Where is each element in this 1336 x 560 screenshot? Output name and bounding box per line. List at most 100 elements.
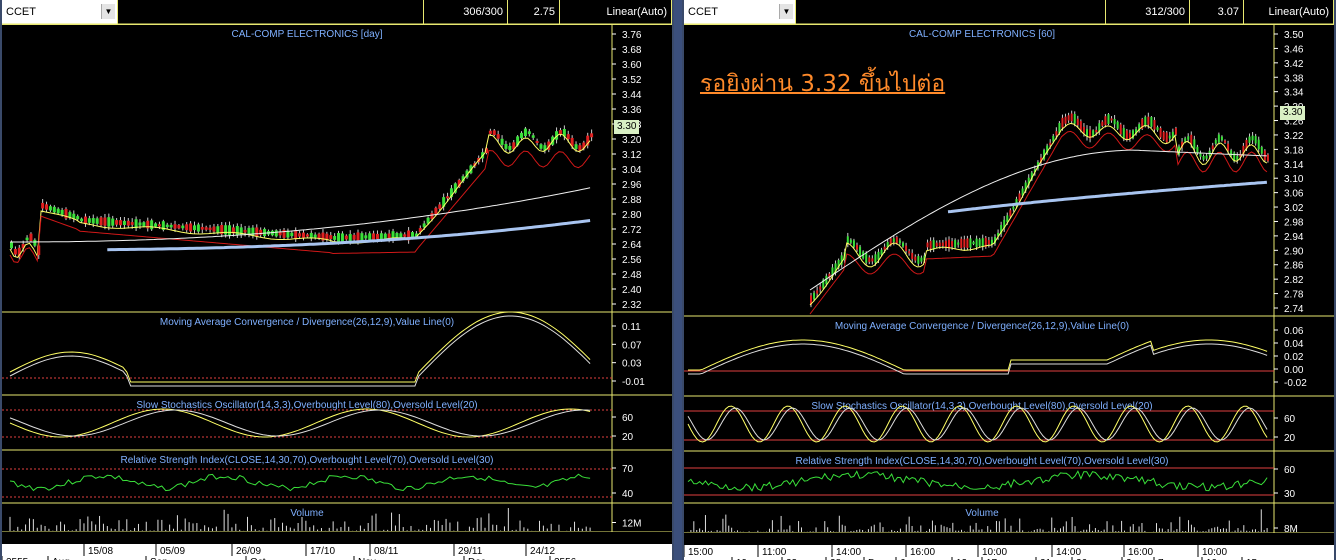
last-price-tag: 3.30 [1280, 106, 1306, 120]
candle-body [10, 241, 13, 249]
left-chart-canvas[interactable]: CAL-COMP ELECTRONICS [day] Moving Average… [2, 0, 672, 560]
candle-body [1116, 121, 1119, 129]
candle-body [972, 241, 975, 245]
candle-body [488, 130, 492, 134]
candle-body [99, 217, 103, 226]
candle-body [255, 227, 259, 237]
price-axis-tick-label: 3.42 [1284, 59, 1304, 70]
candle-body [337, 233, 341, 243]
candle-body [816, 290, 819, 294]
price-axis-tick-label: 3.14 [1284, 160, 1304, 171]
panel-splitter[interactable] [674, 0, 682, 560]
candle-body [566, 134, 570, 140]
price-axis-tick-label: 2.48 [622, 270, 642, 281]
candle-body [1227, 143, 1230, 151]
candle-body [1095, 129, 1098, 133]
candle-body [1009, 210, 1012, 217]
candle-body [45, 204, 49, 210]
candle-body [305, 234, 309, 237]
candle-body [819, 286, 822, 290]
candle-body [496, 134, 500, 139]
price-axis-tick-label: 3.20 [622, 135, 642, 146]
candle-body [1217, 134, 1220, 143]
candle-body [372, 233, 376, 240]
last-price-tag: 3.30 [614, 120, 640, 134]
candle-body [185, 224, 189, 231]
candle-body [313, 234, 317, 238]
candle-body [917, 256, 920, 264]
stochastic-title: Slow Stochastics Oscillator(14,3,3),Over… [136, 400, 477, 411]
candle-body [169, 224, 173, 228]
candle-body [446, 196, 450, 199]
price-axis-tick-label: 3.50 [1284, 30, 1304, 41]
macd-axis-tick-label: 0.03 [622, 359, 642, 370]
price-axis-tick-label: 2.80 [622, 210, 642, 221]
candle-body [558, 130, 562, 135]
candle-body [119, 220, 123, 226]
date-label-top: 14:00 [836, 547, 861, 558]
price-axis-tick-label: 2.88 [622, 195, 642, 206]
candle-body [1202, 155, 1205, 160]
candle-body [1187, 136, 1190, 140]
price-axis-tick-label: 3.68 [622, 45, 642, 56]
candle-body [527, 131, 531, 135]
candle-body [348, 234, 352, 241]
candle-body [1122, 128, 1125, 138]
candle-body [1067, 115, 1070, 121]
candle-body [1224, 140, 1226, 143]
price-axis-tick-label: 3.60 [622, 60, 642, 71]
candle-body [1101, 121, 1104, 126]
candle-body [1079, 121, 1082, 131]
price-axis-tick-label: 2.40 [622, 285, 642, 296]
macd-axis-tick-label: 0.07 [622, 340, 642, 351]
candle-body [508, 145, 512, 150]
candle-body [360, 233, 364, 241]
candle-body [1055, 131, 1058, 136]
candle-body [154, 223, 158, 227]
candle-body [1150, 117, 1153, 127]
date-label-top: 10:00 [982, 547, 1007, 558]
candle-body [905, 245, 908, 251]
candle-body [892, 238, 895, 242]
candle-body [235, 226, 239, 236]
candle-body [1049, 142, 1052, 146]
candle-body [1125, 130, 1128, 141]
candle-body [539, 144, 543, 149]
price-chart-title: CAL-COMP ELECTRONICS [60] [909, 29, 1055, 40]
price-axis-tick-label: 3.34 [1284, 88, 1304, 99]
candle-body [107, 217, 111, 227]
candle-body [871, 258, 874, 262]
candle-body [25, 237, 29, 241]
candle-body [60, 209, 64, 215]
candle-body [938, 242, 941, 247]
candle-body [1214, 139, 1217, 144]
candle-body [189, 223, 193, 232]
candle-body [1107, 114, 1110, 124]
macd-axis-tick-label: 0.06 [1284, 326, 1304, 337]
candle-body [1073, 114, 1076, 124]
price-axis-tick-label: 3.02 [1284, 203, 1304, 214]
candle-body [157, 224, 161, 227]
stoch-axis-tick-label: 20 [622, 432, 634, 443]
candle-body [1156, 127, 1159, 131]
candle-body [531, 135, 535, 138]
candle-body [1254, 136, 1257, 144]
candle-body [204, 227, 208, 230]
date-label-top: 15/08 [88, 546, 113, 557]
candle-body [48, 206, 52, 211]
candle-body [880, 249, 883, 255]
price-axis-tick-label: 2.32 [622, 300, 642, 311]
stoch-axis-tick-label: 20 [1284, 433, 1296, 444]
moving-average-line [107, 219, 591, 252]
candle-body [103, 217, 107, 226]
price-axis-tick-label: 3.18 [1284, 145, 1304, 156]
candle-body [874, 254, 877, 263]
candle-body [1266, 154, 1269, 162]
candle-body [165, 224, 169, 228]
candle-body [29, 233, 33, 242]
candle-body [200, 226, 204, 230]
candle-body [56, 208, 60, 214]
candle-body [192, 225, 196, 231]
candle-body [978, 239, 981, 247]
macd-line [688, 339, 1268, 371]
